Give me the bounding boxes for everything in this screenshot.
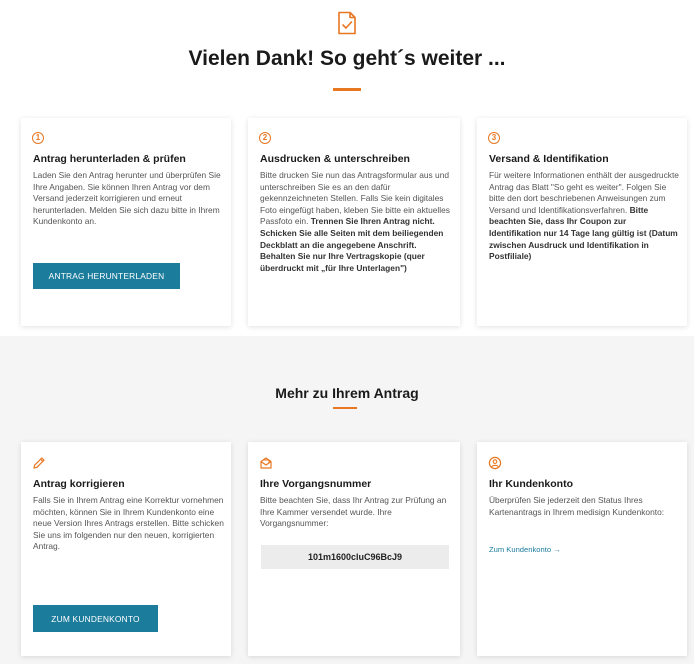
- page-title: Vielen Dank! So geht´s weiter ...: [188, 47, 506, 70]
- card-title-account: Ihr Kundenkonto: [489, 478, 573, 490]
- step-text-print-sign: Bitte drucken Sie nun das Antragsformula…: [260, 170, 453, 274]
- step-text-shipping-normal: Für weitere Informationen enthält der au…: [489, 170, 679, 215]
- step-number-1: 1: [32, 132, 44, 144]
- section-title-more: Mehr zu Ihrem Antrag: [275, 385, 419, 401]
- step-text-download: Laden Sie den Antrag herunter und überpr…: [33, 170, 221, 227]
- card-text-process-number: Bitte beachten Sie, dass Ihr Antrag zur …: [260, 495, 447, 529]
- step-number-2: 2: [259, 132, 271, 144]
- download-application-button[interactable]: ANTRAG HERUNTERLADEN: [33, 263, 180, 289]
- card-title-correct: Antrag korrigieren: [33, 478, 125, 490]
- user-circle-icon: [488, 456, 502, 470]
- step-text-shipping: Für weitere Informationen enthält der au…: [489, 170, 679, 263]
- pencil-icon: [33, 457, 45, 469]
- section-divider: [333, 407, 357, 409]
- document-check-icon: [338, 11, 356, 35]
- step-title-download: Antrag herunterladen & prüfen: [33, 153, 186, 165]
- step-title-shipping: Versand & Identifikation: [489, 153, 609, 165]
- step-title-print-sign: Ausdrucken & unterschreiben: [260, 153, 410, 165]
- customer-account-button[interactable]: ZUM KUNDENKONTO: [33, 605, 158, 632]
- title-divider: [333, 88, 361, 91]
- step-number-3: 3: [488, 132, 500, 144]
- card-title-process-number: Ihre Vorgangsnummer: [260, 478, 372, 490]
- process-number-value: 101m1600cluC96BcJ9: [261, 545, 449, 569]
- card-text-account: Überprüfen Sie jederzeit den Status Ihre…: [489, 495, 665, 517]
- envelope-icon: [260, 457, 272, 469]
- card-text-correct: Falls Sie in Ihrem Antrag eine Korrektur…: [33, 495, 224, 552]
- customer-account-link[interactable]: Zum Kundenkonto →: [489, 545, 561, 554]
